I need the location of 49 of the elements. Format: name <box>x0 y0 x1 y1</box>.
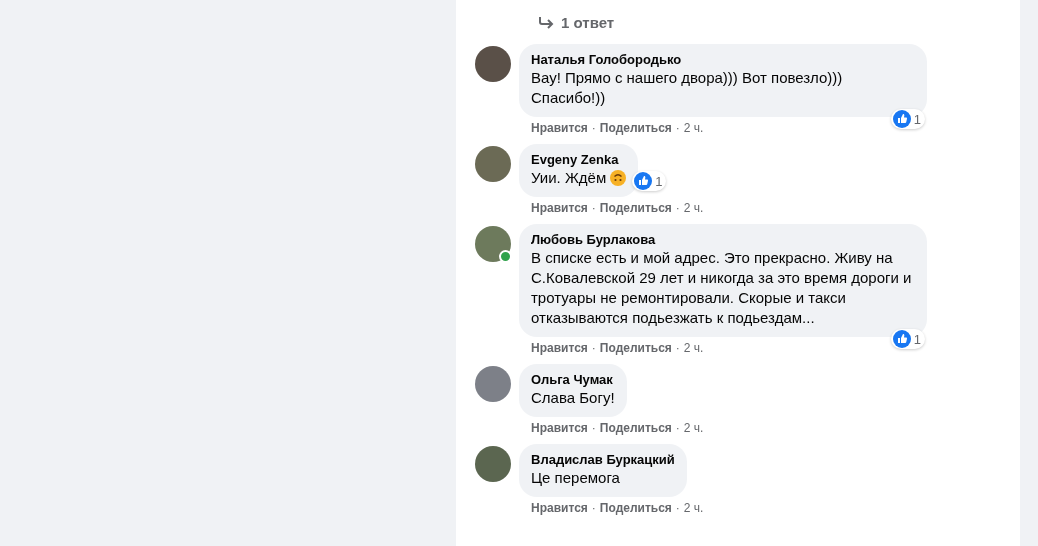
replies-link[interactable]: 1 ответ <box>538 14 615 31</box>
avatar[interactable] <box>475 226 511 262</box>
comment-action-link[interactable]: Поделиться <box>599 121 672 135</box>
separator-dot: · <box>675 201 680 215</box>
author-name[interactable]: Наталья Голобородько <box>531 52 915 68</box>
reaction-badge[interactable]: 1 <box>890 109 925 129</box>
reply-arrow-icon <box>538 15 554 30</box>
upside-down-face-icon <box>610 170 627 186</box>
timestamp: 2 ч. <box>683 341 704 355</box>
author-name[interactable]: Evgeny Zenka <box>531 152 627 168</box>
comment-action-link[interactable]: Поделиться <box>599 501 672 515</box>
comment-text: Вау! Прямо с нашего двора))) Вот повезло))) Спасибо!)) <box>531 68 844 108</box>
separator-dot: · <box>591 121 596 135</box>
author-name[interactable]: Ольга Чумак <box>531 372 615 388</box>
thumbs-up-icon <box>892 330 911 348</box>
avatar[interactable] <box>475 446 511 482</box>
separator-dot: · <box>675 421 680 435</box>
timestamp: 2 ч. <box>683 421 704 435</box>
separator-dot: · <box>591 421 596 435</box>
separator-dot: · <box>675 121 680 135</box>
separator-dot: · <box>591 201 596 215</box>
comment-action-link[interactable]: Нравится <box>531 121 588 135</box>
author-name[interactable]: Владислав Буркацкий <box>531 452 675 468</box>
thumbs-up-icon <box>634 172 653 190</box>
separator-dot: · <box>675 501 680 515</box>
separator-dot: · <box>591 501 596 515</box>
timestamp: 2 ч. <box>683 201 704 215</box>
comment-text: В списке есть и мой адрес. Это прекрасно. Живу на С.Ковалевской 29 лет и никогда за это время дороги и тротуары не ремонтировали. Скорые и такси отказываются подьезжать к подьездам... <box>531 248 913 328</box>
comment-action-link[interactable]: Нравится <box>531 421 588 435</box>
timestamp: 2 ч. <box>683 121 704 135</box>
avatar[interactable] <box>475 366 511 402</box>
comment-action-link[interactable]: Поделиться <box>599 341 672 355</box>
comment-action-link[interactable]: Нравится <box>531 201 588 215</box>
thumbs-up-icon <box>892 110 911 128</box>
reaction-badge[interactable]: 1 <box>890 329 925 349</box>
comment-action-link[interactable]: Нравится <box>531 341 588 355</box>
avatar[interactable] <box>475 146 511 182</box>
separator-dot: · <box>591 341 596 355</box>
comment-action-link[interactable]: Нравится <box>531 501 588 515</box>
author-name[interactable]: Любовь Бурлакова <box>531 232 915 248</box>
timestamp: 2 ч. <box>683 501 704 515</box>
reaction-badge[interactable]: 1 <box>632 171 667 191</box>
comment-action-link[interactable]: Поделиться <box>599 201 672 215</box>
comment-action-link[interactable]: Поделиться <box>599 421 672 435</box>
separator-dot: · <box>675 341 680 355</box>
avatar[interactable] <box>475 46 511 82</box>
comment-text: Уии. Ждём <box>531 168 607 188</box>
comment-text: Слава Богу! <box>531 388 615 408</box>
comment-text: Це перемога <box>531 468 620 488</box>
